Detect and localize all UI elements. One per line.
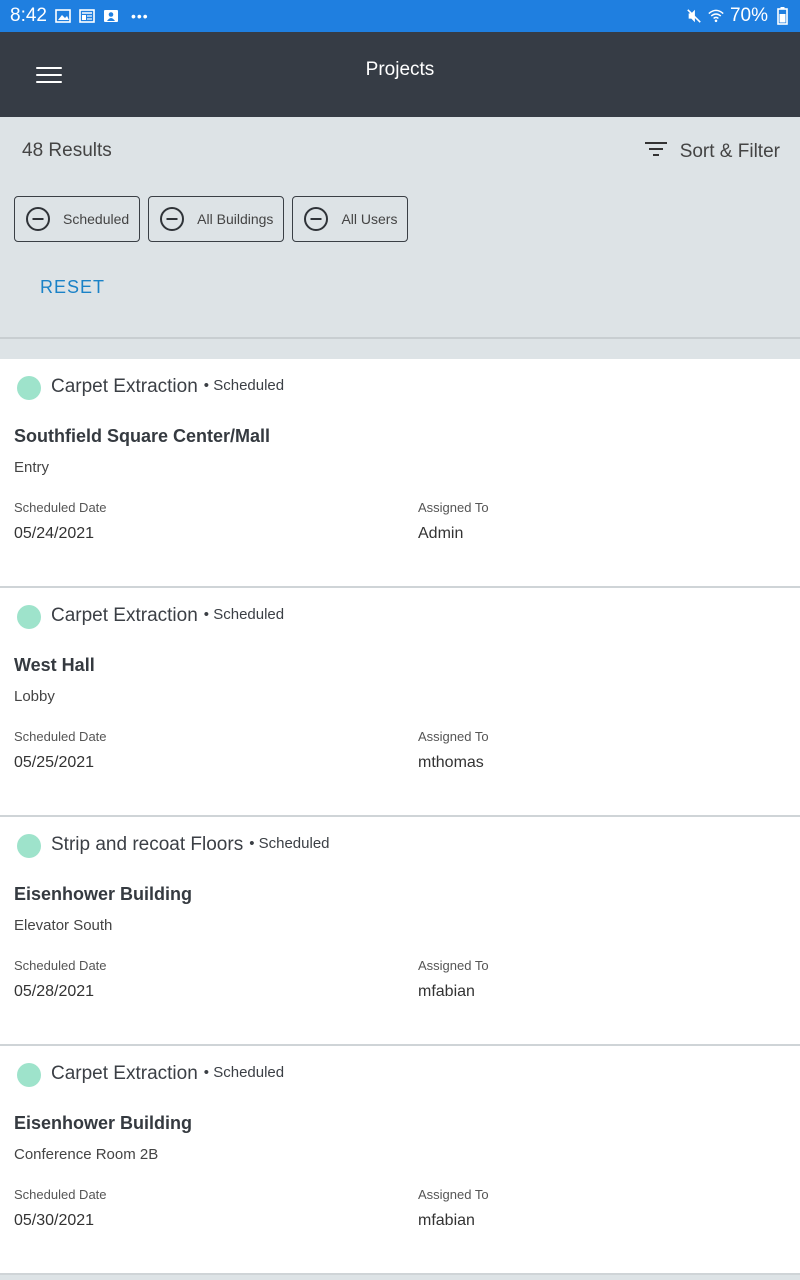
remove-circle-icon <box>26 207 50 231</box>
project-type: Strip and recoat Floors • Scheduled <box>51 834 330 855</box>
project-type: Carpet Extraction • Scheduled <box>51 605 285 626</box>
scheduled-date-label: Scheduled Date <box>14 958 107 973</box>
status-dot <box>17 376 41 400</box>
project-card[interactable]: Carpet Extraction • Scheduled West Hall L… <box>0 588 800 817</box>
filter-chips: Scheduled All Buildings All Users <box>14 196 409 242</box>
project-type: Carpet Extraction • Scheduled <box>51 376 285 397</box>
building-name: Southfield Square Center/Mall <box>14 426 271 446</box>
more-icon: ••• <box>130 8 149 24</box>
image-icon <box>55 9 71 23</box>
scheduled-date-label: Scheduled Date <box>14 500 107 515</box>
assigned-to-label: Assigned To <box>418 729 489 744</box>
remove-circle-icon <box>160 207 185 231</box>
status-time: 8:42 <box>10 5 47 26</box>
project-card[interactable]: Carpet Extraction • Scheduled Eisenhower … <box>0 1046 800 1275</box>
chip-all-users[interactable]: All Users <box>292 196 409 242</box>
assigned-to: mfabian <box>418 1212 475 1229</box>
results-count: 48 Results <box>22 140 112 161</box>
chip-label: Scheduled <box>63 211 130 227</box>
chip-all-buildings[interactable]: All Buildings <box>148 196 285 242</box>
scheduled-date: 05/30/2021 <box>14 1212 95 1229</box>
project-type: Carpet Extraction • Scheduled <box>51 1063 285 1084</box>
assigned-to-label: Assigned To <box>418 958 489 973</box>
project-card[interactable]: Carpet Extraction • Scheduled Southfield … <box>0 359 800 588</box>
assigned-to: Admin <box>418 525 464 542</box>
assigned-to: mthomas <box>418 754 484 771</box>
scheduled-date-label: Scheduled Date <box>14 1187 107 1202</box>
project-status: • Scheduled <box>203 1064 285 1081</box>
project-status: • Scheduled <box>249 835 330 852</box>
page-title: Projects <box>365 59 435 80</box>
reset-button[interactable]: RESET <box>40 277 105 298</box>
news-icon <box>79 9 95 23</box>
mute-icon <box>686 9 702 23</box>
building-name: Eisenhower Building <box>14 1113 193 1133</box>
project-card[interactable]: Strip and recoat Floors • Scheduled Eisen… <box>0 817 800 1046</box>
location-name: Entry <box>14 459 50 476</box>
sort-filter-button[interactable]: Sort & Filter <box>644 139 780 165</box>
chip-label: All Buildings <box>197 211 274 227</box>
chip-scheduled[interactable]: Scheduled <box>14 196 141 242</box>
filter-panel: 48 Results Sort & Filter Scheduled All B… <box>0 117 800 339</box>
assigned-to-label: Assigned To <box>418 1187 489 1202</box>
scheduled-date: 05/24/2021 <box>14 525 95 542</box>
app-bar: Projects <box>0 32 800 117</box>
contact-icon <box>103 9 119 23</box>
scheduled-date: 05/25/2021 <box>14 754 95 771</box>
location-name: Lobby <box>14 688 55 705</box>
assigned-to-label: Assigned To <box>418 500 489 515</box>
chip-label: All Users <box>341 211 398 227</box>
filter-icon <box>644 139 668 165</box>
battery-icon <box>774 7 790 25</box>
project-list: Carpet Extraction • Scheduled Southfield … <box>0 359 800 1275</box>
remove-circle-icon <box>304 207 329 231</box>
building-name: West Hall <box>14 655 95 675</box>
assigned-to: mfabian <box>418 983 475 1000</box>
building-name: Eisenhower Building <box>14 884 193 904</box>
location-name: Conference Room 2B <box>14 1146 159 1163</box>
status-dot <box>17 834 41 858</box>
project-status: • Scheduled <box>203 606 285 623</box>
scheduled-date: 05/28/2021 <box>14 983 95 1000</box>
status-dot <box>17 1063 41 1087</box>
project-status: • Scheduled <box>203 377 285 394</box>
battery-percent: 70% <box>729 5 768 26</box>
wifi-icon <box>708 9 724 23</box>
location-name: Elevator South <box>14 917 113 934</box>
scheduled-date-label: Scheduled Date <box>14 729 107 744</box>
sort-filter-label: Sort & Filter <box>679 141 780 162</box>
status-dot <box>17 605 41 629</box>
status-bar: 8:42 ••• 70% <box>0 0 800 32</box>
